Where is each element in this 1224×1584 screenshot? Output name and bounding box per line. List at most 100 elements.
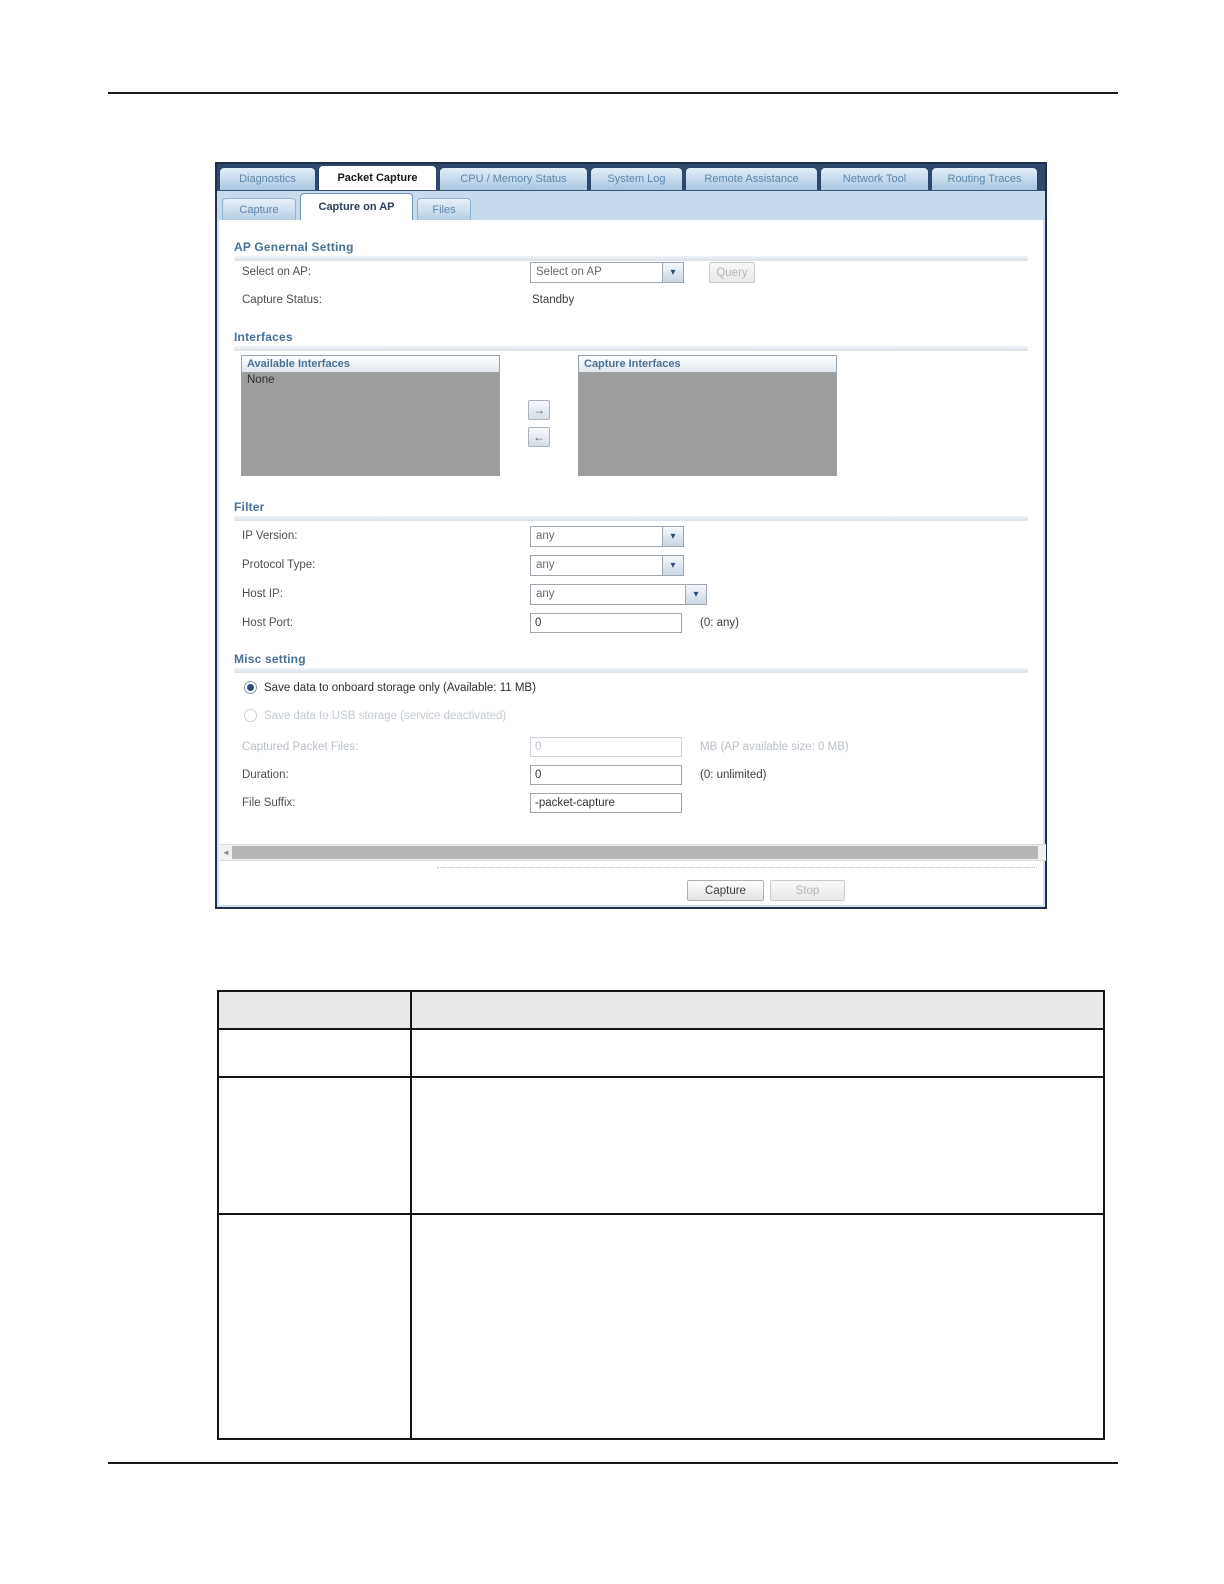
move-left-button[interactable]: ← bbox=[528, 427, 550, 447]
scroll-left-icon[interactable]: ◄ bbox=[220, 848, 232, 857]
file-suffix-label: File Suffix: bbox=[242, 797, 296, 809]
arrow-right-icon: → bbox=[533, 403, 545, 417]
chevron-down-icon[interactable]: ▾ bbox=[662, 556, 683, 575]
subtab-label: Files bbox=[432, 203, 456, 216]
section-divider bbox=[234, 256, 1028, 261]
scrollbar-thumb[interactable] bbox=[232, 846, 1038, 859]
available-interfaces-list[interactable]: None bbox=[241, 373, 500, 476]
capture-interfaces-list[interactable] bbox=[578, 373, 837, 476]
table-cell bbox=[219, 1030, 412, 1078]
stop-button-label: Stop bbox=[795, 884, 820, 897]
section-ap-general: AP Genernal Setting bbox=[234, 240, 1028, 261]
tab-content: AP Genernal Setting Select on AP: Select… bbox=[217, 220, 1046, 907]
select-ap-value: Select on AP bbox=[536, 266, 602, 278]
captured-packet-files-label: Captured Packet Files: bbox=[242, 741, 359, 753]
capture-interfaces-listbox: Capture Interfaces bbox=[578, 355, 837, 476]
app-screenshot: Diagnostics Packet Capture CPU / Memory … bbox=[215, 162, 1047, 909]
usb-storage-radio-row: Save data to USB storage (service deacti… bbox=[244, 709, 506, 722]
table-cell bbox=[412, 1215, 1103, 1438]
available-interfaces-listbox: Available Interfaces None bbox=[241, 355, 500, 476]
chevron-down-icon[interactable]: ▾ bbox=[662, 263, 683, 282]
onboard-storage-radio-label: Save data to onboard storage only (Avail… bbox=[264, 681, 536, 694]
host-ip-label: Host IP: bbox=[242, 588, 283, 600]
file-suffix-input[interactable] bbox=[530, 793, 682, 813]
capture-button[interactable]: Capture bbox=[687, 880, 764, 901]
section-title: Interfaces bbox=[234, 330, 293, 344]
section-divider bbox=[234, 668, 1028, 673]
table-cell bbox=[219, 1215, 412, 1438]
table-cell bbox=[412, 1030, 1103, 1078]
tab-network-tool[interactable]: Network Tool bbox=[820, 167, 929, 190]
section-misc-setting: Misc setting bbox=[234, 652, 1028, 673]
footer-divider bbox=[437, 867, 1037, 868]
table-cell bbox=[412, 1078, 1103, 1215]
move-right-button[interactable]: → bbox=[528, 400, 550, 420]
protocol-type-label: Protocol Type: bbox=[242, 559, 316, 571]
section-interfaces: Interfaces bbox=[234, 330, 1028, 351]
stop-button[interactable]: Stop bbox=[770, 880, 845, 901]
protocol-type-value: any bbox=[536, 559, 555, 571]
usb-storage-radio-label: Save data to USB storage (service deacti… bbox=[264, 709, 507, 722]
tab-label: System Log bbox=[607, 173, 666, 185]
description-table bbox=[217, 990, 1105, 1440]
section-title: Misc setting bbox=[234, 652, 306, 666]
horizontal-scrollbar[interactable]: ◄ bbox=[220, 844, 1046, 861]
section-divider bbox=[234, 346, 1028, 351]
available-interfaces-header: Available Interfaces bbox=[241, 355, 500, 373]
tab-label: Routing Traces bbox=[947, 173, 1022, 185]
table-cell bbox=[219, 1078, 412, 1215]
tab-label: Remote Assistance bbox=[704, 173, 799, 185]
host-ip-value: any bbox=[536, 588, 555, 600]
ip-version-label: IP Version: bbox=[242, 530, 298, 542]
captured-packet-files-input[interactable] bbox=[530, 737, 682, 757]
capture-status-label: Capture Status: bbox=[242, 294, 322, 306]
section-title: Filter bbox=[234, 500, 265, 514]
tab-label: Packet Capture bbox=[337, 172, 418, 184]
tab-packet-capture[interactable]: Packet Capture bbox=[318, 165, 437, 190]
table-header-cell bbox=[412, 992, 1103, 1030]
tab-label: CPU / Memory Status bbox=[460, 173, 567, 185]
onboard-storage-radio-row: Save data to onboard storage only (Avail… bbox=[244, 681, 536, 694]
duration-label: Duration: bbox=[242, 769, 289, 781]
subtab-capture-on-ap[interactable]: Capture on AP bbox=[300, 193, 413, 220]
tab-cpu-memory-status[interactable]: CPU / Memory Status bbox=[439, 167, 588, 190]
host-port-label: Host Port: bbox=[242, 617, 294, 629]
subtab-capture[interactable]: Capture bbox=[222, 198, 296, 220]
capture-button-label: Capture bbox=[705, 884, 746, 897]
captured-packet-files-hint: MB (AP available size: 0 MB) bbox=[700, 741, 849, 753]
host-port-input[interactable] bbox=[530, 613, 682, 633]
section-divider bbox=[234, 516, 1028, 521]
ip-version-dropdown[interactable]: any ▾ bbox=[530, 526, 684, 547]
tab-routing-traces[interactable]: Routing Traces bbox=[931, 167, 1038, 190]
section-title: AP Genernal Setting bbox=[234, 240, 354, 254]
page-footer-rule bbox=[108, 1462, 1118, 1464]
tab-system-log[interactable]: System Log bbox=[590, 167, 683, 190]
usb-storage-radio[interactable] bbox=[244, 709, 257, 722]
list-item[interactable]: None bbox=[242, 373, 499, 387]
select-ap-dropdown[interactable]: Select on AP ▾ bbox=[530, 262, 684, 283]
tab-label: Diagnostics bbox=[239, 173, 296, 185]
capture-interfaces-header: Capture Interfaces bbox=[578, 355, 837, 373]
section-filter: Filter bbox=[234, 500, 1028, 521]
onboard-storage-radio[interactable] bbox=[244, 681, 257, 694]
duration-input[interactable] bbox=[530, 765, 682, 785]
host-ip-dropdown[interactable]: any ▾ bbox=[530, 584, 707, 605]
host-port-hint: (0: any) bbox=[700, 617, 739, 629]
page-header-rule bbox=[108, 92, 1118, 94]
main-tab-bar: Diagnostics Packet Capture CPU / Memory … bbox=[217, 164, 1045, 190]
subtab-files[interactable]: Files bbox=[417, 198, 471, 220]
sub-tab-bar: Capture Capture on AP Files bbox=[217, 190, 1045, 220]
query-button-label: Query bbox=[716, 266, 748, 279]
subtab-label: Capture bbox=[239, 203, 279, 216]
chevron-down-icon[interactable]: ▾ bbox=[662, 527, 683, 546]
duration-hint: (0: unlimited) bbox=[700, 769, 767, 781]
table-header-cell bbox=[219, 992, 412, 1030]
protocol-type-dropdown[interactable]: any ▾ bbox=[530, 555, 684, 576]
tab-diagnostics[interactable]: Diagnostics bbox=[219, 167, 316, 190]
query-button[interactable]: Query bbox=[709, 262, 755, 283]
chevron-down-icon[interactable]: ▾ bbox=[685, 585, 706, 604]
tab-remote-assistance[interactable]: Remote Assistance bbox=[685, 167, 818, 190]
select-ap-label: Select on AP: bbox=[242, 266, 312, 278]
subtab-label: Capture on AP bbox=[318, 201, 395, 213]
ip-version-value: any bbox=[536, 530, 555, 542]
